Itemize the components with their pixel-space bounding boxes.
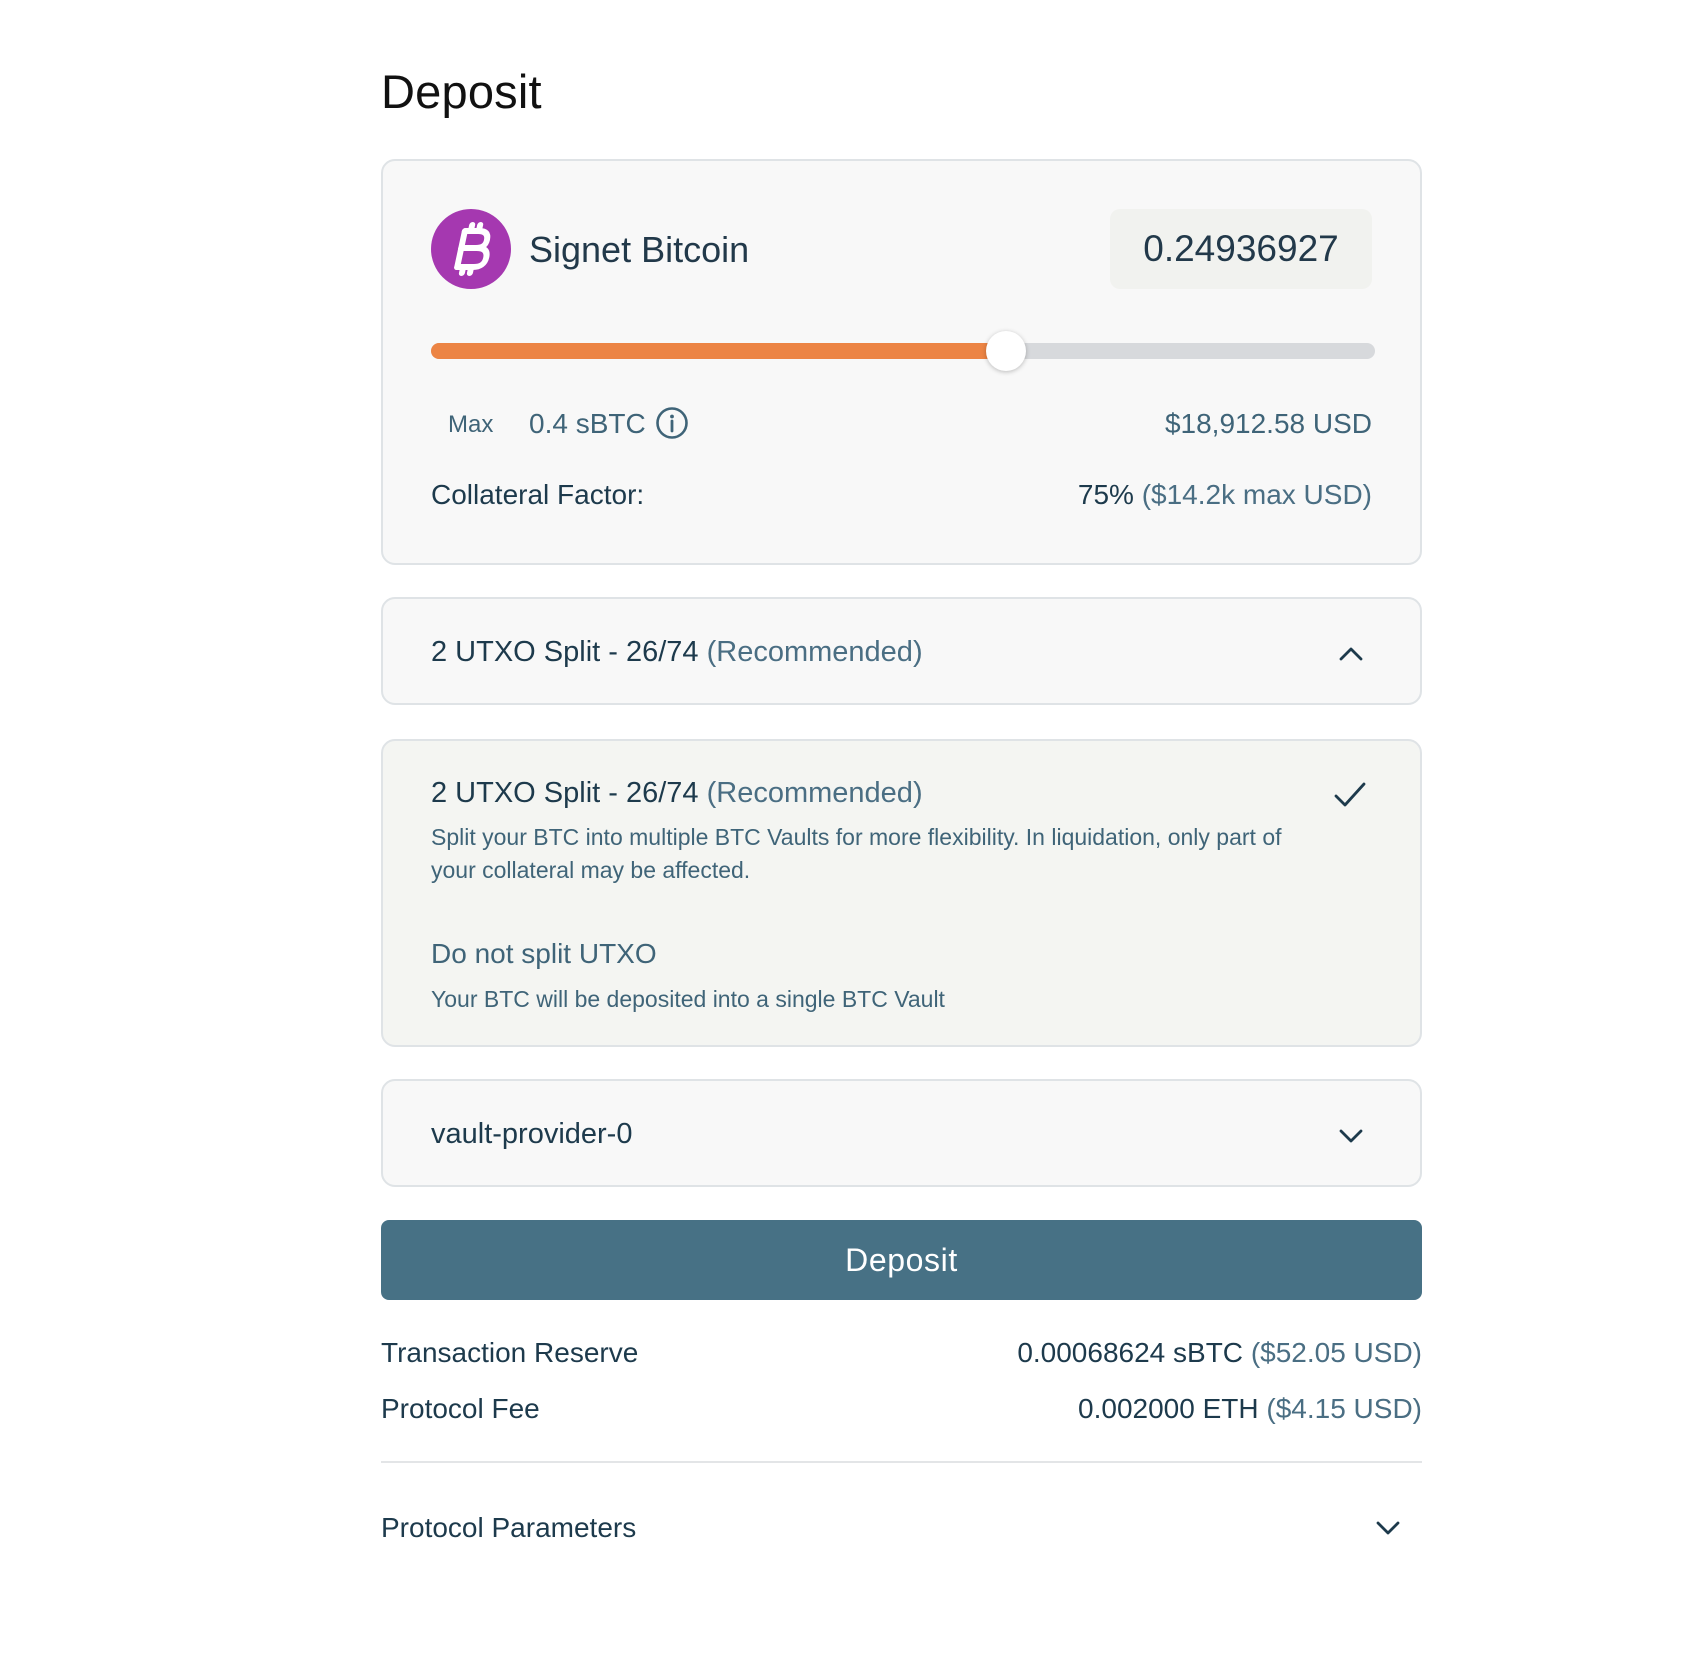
transaction-reserve-label: Transaction Reserve [381,1337,639,1368]
info-icon[interactable] [655,406,689,440]
chevron-down-icon[interactable] [1334,1119,1368,1153]
utxo-split-selected-label: 2 UTXO Split - 26/74 [431,636,699,668]
page-title: Deposit [381,65,542,118]
protocol-fee-usd: ($4.15 USD) [1266,1393,1422,1424]
vault-provider-selected: vault-provider-0 [431,1118,633,1150]
utxo-split-dropdown[interactable]: 2 UTXO Split - 26/74 (Recommended) [381,597,1422,705]
utxo-split-selected: 2 UTXO Split - 26/74 (Recommended) [431,636,923,669]
vault-provider-dropdown[interactable]: vault-provider-0 [381,1079,1422,1187]
collateral-factor-value: 75% ($14.2k max USD) [1078,479,1372,511]
option-recommended-tag: (Recommended) [706,777,923,809]
chevron-down-icon[interactable] [1371,1511,1405,1545]
option-no-split-description: Your BTC will be deposited into a single… [431,986,945,1012]
recommended-tag: (Recommended) [706,636,923,668]
collateral-max-usd: ($14.2k max USD) [1141,479,1372,510]
amount-slider[interactable] [431,331,1375,371]
asset-card: Signet Bitcoin 0.24936927 Max 0.4 sBTC $… [381,159,1422,565]
deposit-button[interactable]: Deposit [381,1220,1422,1300]
max-button[interactable]: Max [448,411,493,439]
slider-thumb[interactable] [985,331,1026,371]
asset-name: Signet Bitcoin [529,229,750,270]
transaction-reserve-usd: ($52.05 USD) [1250,1337,1422,1368]
option-split-description: Split your BTC into multiple BTC Vaults … [431,824,1282,883]
option-split-label: 2 UTXO Split - 26/74 [431,777,699,809]
divider [381,1461,1422,1463]
chevron-up-icon[interactable] [1334,637,1368,671]
usd-value: $18,912.58 USD [1164,408,1372,439]
slider-fill [431,343,1006,359]
amount-input[interactable]: 0.24936927 [1110,209,1372,289]
protocol-parameters-toggle[interactable]: Protocol Parameters [381,1512,636,1544]
option-split-title[interactable]: 2 UTXO Split - 26/74 (Recommended) [431,777,923,810]
protocol-fee-amount: 0.002000 ETH [1078,1393,1259,1424]
protocol-fee-label: Protocol Fee [381,1393,540,1424]
transaction-reserve-value: 0.00068624 sBTC ($52.05 USD) [1017,1337,1422,1369]
protocol-fee-value: 0.002000 ETH ($4.15 USD) [1078,1393,1422,1425]
collateral-factor-label: Collateral Factor: [431,479,645,510]
max-value: 0.4 sBTC [529,408,646,439]
bitcoin-icon [431,209,511,289]
transaction-reserve-amount: 0.00068624 sBTC [1017,1337,1244,1368]
utxo-split-options: 2 UTXO Split - 26/74 (Recommended) Split… [381,739,1422,1047]
collateral-percent: 75% [1077,479,1134,510]
check-icon [1334,782,1366,807]
option-no-split-title[interactable]: Do not split UTXO [431,938,657,970]
